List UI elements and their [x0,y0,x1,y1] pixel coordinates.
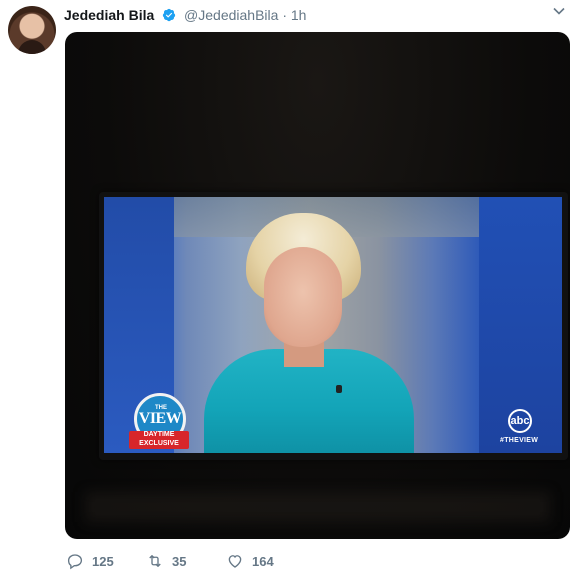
tv-screen: THE VIEW DAYTIME EXCLUSIVE abc #THEVIEW [104,197,562,453]
tweet-header: Jedediah Bila @JedediahBila · 1h [64,6,575,24]
tweet-photo[interactable]: THE VIEW DAYTIME EXCLUSIVE abc #THEVIEW [65,32,570,539]
hashtag-bug: #THEVIEW [500,437,539,444]
like-count: 164 [252,553,274,569]
like-icon [228,555,242,568]
tv-stand-reflection [85,492,550,522]
retweet-button[interactable]: 35 [146,552,186,570]
tweet-timestamp[interactable]: 1h [291,7,307,23]
retweet-count: 35 [172,553,187,569]
abc-logo: abc [508,409,532,433]
chevron-down-icon[interactable] [553,5,565,17]
author-handle[interactable]: @JedediahBila [184,7,278,23]
reply-icon [67,554,83,570]
face [264,247,342,347]
reply-count: 125 [92,553,114,569]
separator-dot: · [282,7,287,23]
author-name[interactable]: Jedediah Bila [64,7,154,23]
daytime-exclusive-banner: DAYTIME EXCLUSIVE [129,431,189,449]
lapel-mic [336,385,342,393]
reply-button[interactable]: 125 [66,552,114,570]
retweet-icon [149,555,161,567]
verified-badge-icon [163,8,176,22]
avatar[interactable] [8,6,56,54]
like-button[interactable]: 164 [226,552,274,570]
